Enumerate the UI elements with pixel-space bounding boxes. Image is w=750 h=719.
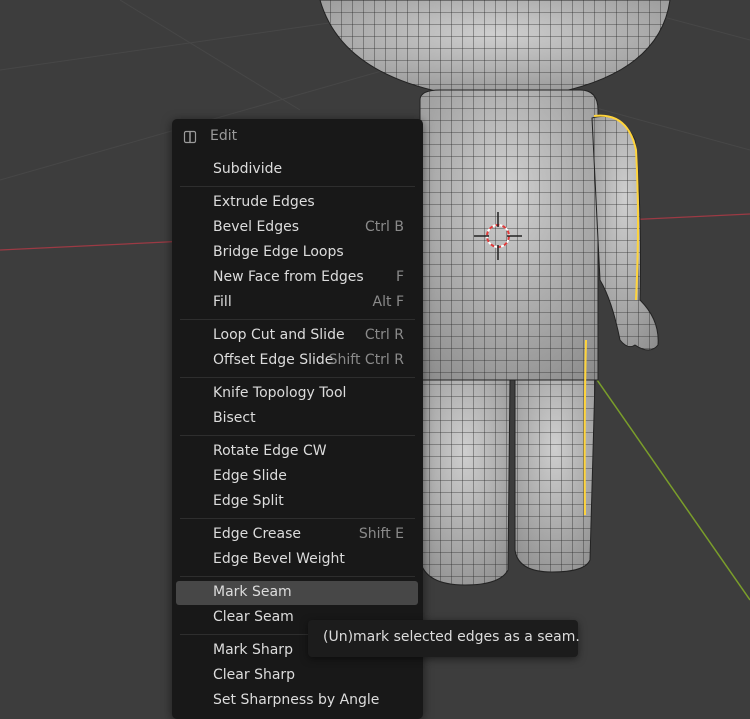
menu-header: Edit [172, 125, 423, 149]
menu-item-label: Edge Slide [213, 468, 287, 484]
menu-item-label: Clear Sharp [213, 667, 296, 683]
menu-item-label: New Face from Edges [213, 269, 364, 285]
menu-item-subdivide[interactable]: Subdivide [176, 158, 418, 182]
menu-item-edge-split[interactable]: Edge Split [176, 490, 418, 514]
menu-item-bevel-edges[interactable]: Bevel Edges Ctrl B [176, 216, 418, 240]
menu-item-label: Rotate Edge CW [213, 443, 327, 459]
menu-item-label: Bridge Edge Loops [213, 244, 344, 260]
menu-separator [180, 186, 415, 187]
menu-item-shortcut: F [395, 269, 404, 285]
menu-separator [180, 377, 415, 378]
menu-item-label: Edge Split [213, 493, 284, 509]
menu-item-label: Mark Seam [213, 584, 292, 600]
menu-title: Edit [210, 128, 238, 144]
menu-separator [180, 435, 415, 436]
menu-item-rotate-edge-cw[interactable]: Rotate Edge CW [176, 440, 418, 464]
menu-item-edge-bevel-weight[interactable]: Edge Bevel Weight [176, 548, 418, 572]
menu-item-label: Knife Topology Tool [213, 385, 347, 401]
menu-item-shortcut: Shift E [358, 526, 404, 542]
edge-mode-icon [183, 130, 197, 144]
menu-item-shortcut: Alt F [372, 294, 404, 310]
tooltip: (Un)mark selected edges as a seam. [308, 620, 580, 657]
menu-item-label: Bevel Edges [213, 219, 299, 235]
menu-item-label: Fill [213, 294, 232, 310]
menu-item-label: Extrude Edges [213, 194, 315, 210]
menu-item-clear-sharp[interactable]: Clear Sharp [176, 664, 418, 688]
tooltip-text: (Un)mark selected edges as a seam. [323, 629, 580, 645]
menu-item-loop-cut-and-slide[interactable]: Loop Cut and Slide Ctrl R [176, 324, 418, 348]
menu-item-set-sharpness-by-angle[interactable]: Set Sharpness by Angle [176, 689, 418, 713]
menu-item-fill[interactable]: Fill Alt F [176, 291, 418, 315]
menu-item-edge-slide[interactable]: Edge Slide [176, 465, 418, 489]
menu-item-edge-crease[interactable]: Edge Crease Shift E [176, 523, 418, 547]
menu-item-mark-seam[interactable]: Mark Seam [176, 581, 418, 605]
menu-item-label: Edge Bevel Weight [213, 551, 345, 567]
menu-item-extrude-edges[interactable]: Extrude Edges [176, 191, 418, 215]
menu-separator [180, 319, 415, 320]
menu-item-label: Subdivide [213, 161, 283, 177]
menu-separator [180, 576, 415, 577]
menu-item-shortcut: Ctrl R [364, 327, 404, 343]
menu-item-shortcut: Shift Ctrl R [328, 352, 404, 368]
body-mesh [419, 89, 599, 586]
menu-item-label: Loop Cut and Slide [213, 327, 345, 343]
menu-item-offset-edge-slide[interactable]: Offset Edge Slide Shift Ctrl R [176, 349, 418, 373]
menu-item-knife-topology-tool[interactable]: Knife Topology Tool [176, 382, 418, 406]
menu-item-label: Clear Seam [213, 609, 294, 625]
menu-item-label: Set Sharpness by Angle [213, 692, 380, 708]
head-mesh [319, 0, 671, 98]
menu-item-label: Offset Edge Slide [213, 352, 334, 368]
menu-item-label: Edge Crease [213, 526, 302, 542]
menu-item-bisect[interactable]: Bisect [176, 407, 418, 431]
menu-separator [180, 518, 415, 519]
menu-item-label: Bisect [213, 410, 256, 426]
menu-item-shortcut: Ctrl B [365, 219, 404, 235]
menu-item-bridge-edge-loops[interactable]: Bridge Edge Loops [176, 241, 418, 265]
menu-item-new-face-from-edges[interactable]: New Face from Edges F [176, 266, 418, 290]
menu-item-label: Mark Sharp [213, 642, 293, 658]
